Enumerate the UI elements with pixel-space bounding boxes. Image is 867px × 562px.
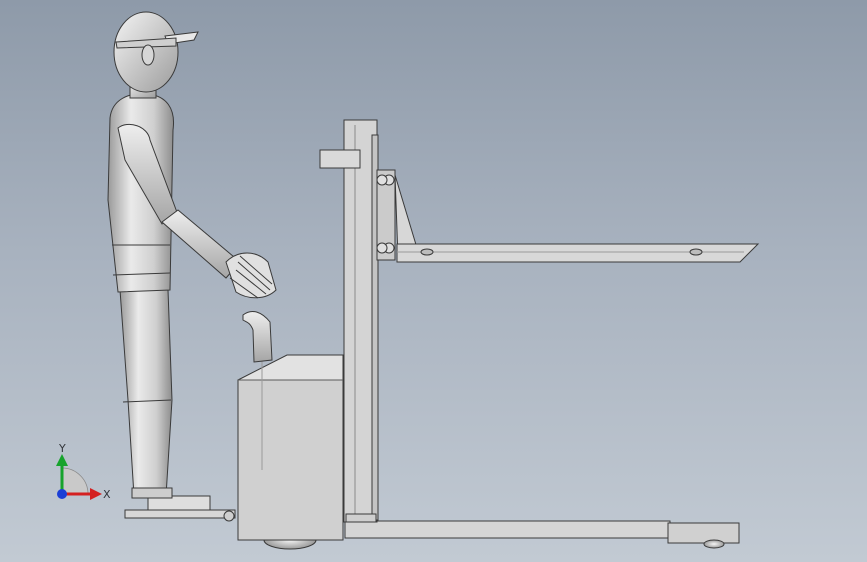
power-unit <box>237 379 344 541</box>
pallet-stacker[interactable] <box>124 119 760 550</box>
x-axis-label: X <box>103 488 111 501</box>
base-leg <box>344 520 671 539</box>
carriage-bolt-4 <box>376 242 388 254</box>
tiller-arm <box>242 311 273 363</box>
fork-arm <box>396 243 760 263</box>
x-arrow-icon <box>90 488 102 500</box>
z-axis-dot <box>57 489 67 499</box>
operator-platform <box>124 509 236 519</box>
load-wheel <box>703 539 725 549</box>
triad-arc <box>61 467 89 495</box>
left-leg <box>119 289 173 497</box>
y-axis-label: Y <box>58 442 66 455</box>
cad-viewport[interactable]: Y X <box>0 0 867 562</box>
assembly-model[interactable] <box>0 0 867 562</box>
fork-pin-1 <box>420 248 434 256</box>
mast-foot <box>345 513 377 523</box>
mast-top-block <box>319 149 361 169</box>
fork-pin-2 <box>689 248 703 256</box>
hand <box>225 252 277 299</box>
eye-icon <box>141 44 155 66</box>
coordinate-triad: Y X <box>56 442 111 501</box>
carriage-bolt-2 <box>376 174 388 186</box>
shoe <box>131 487 173 499</box>
platform-hinge <box>223 510 235 522</box>
y-arrow-icon <box>56 454 68 466</box>
base-leg-end <box>667 522 740 544</box>
